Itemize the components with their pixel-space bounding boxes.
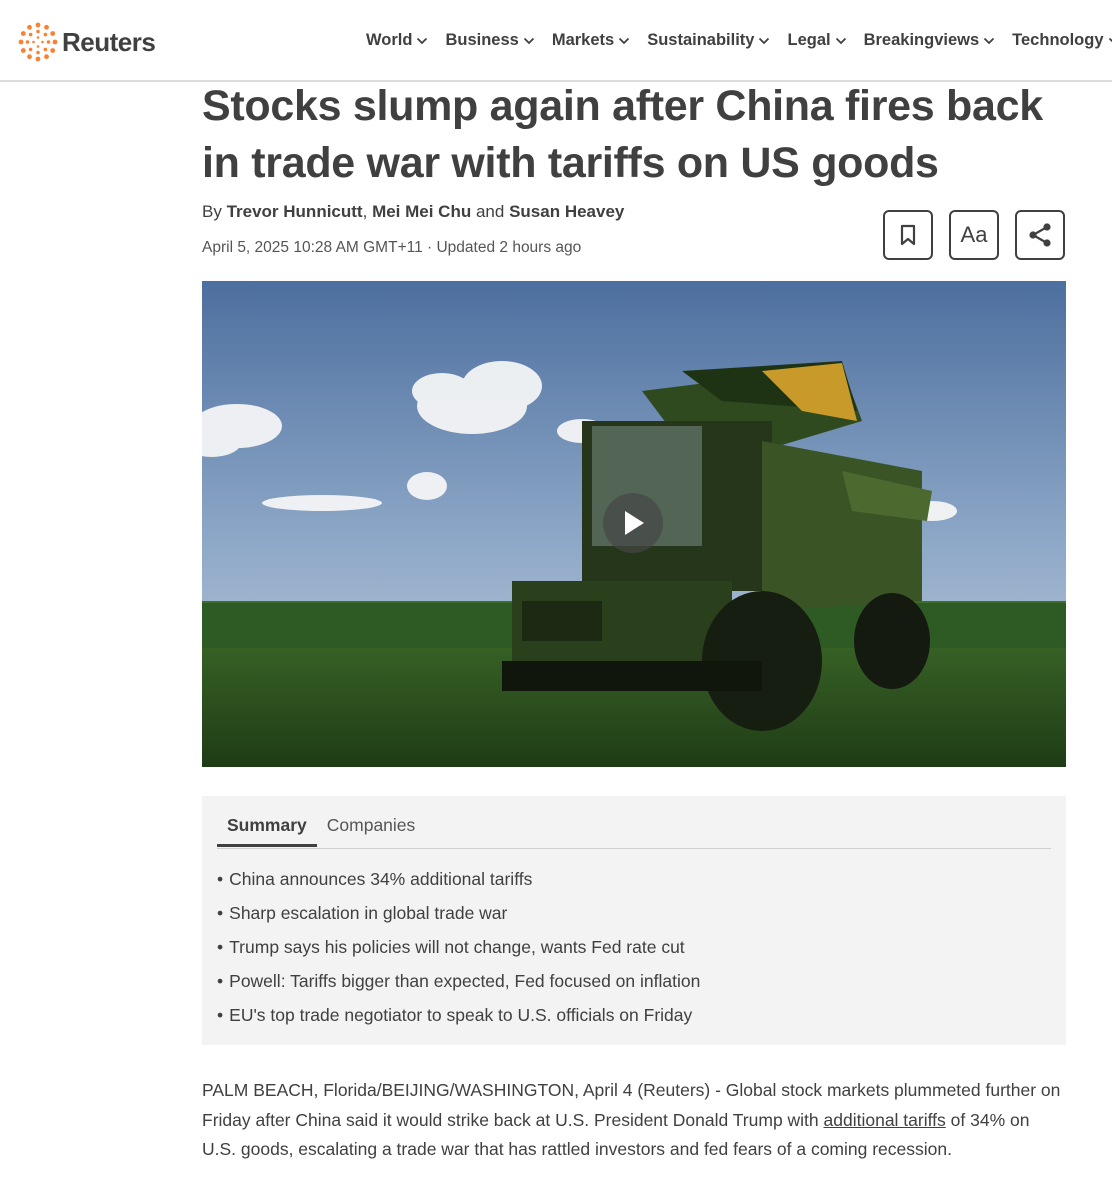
chevron-down-icon — [417, 37, 428, 44]
main-nav: World Business Markets Sustainability Le… — [366, 31, 1112, 50]
play-icon — [625, 511, 644, 535]
video-player[interactable] — [202, 281, 1066, 767]
nav-item-sustainability[interactable]: Sustainability — [647, 31, 770, 50]
bookmark-icon — [900, 224, 916, 246]
nav-label: Sustainability — [647, 31, 755, 49]
nav-label: World — [366, 31, 413, 49]
tab-summary[interactable]: Summary — [217, 810, 317, 847]
nav-item-legal[interactable]: Legal — [787, 31, 846, 50]
reuters-logo-icon — [18, 22, 58, 62]
text-size-button[interactable]: Aa — [949, 210, 999, 260]
article-headline: Stocks slump again after China fires bac… — [202, 78, 1082, 192]
author-link[interactable]: Trevor Hunnicutt — [227, 202, 363, 221]
summary-bullet: Sharp escalation in global trade war — [217, 900, 700, 934]
nav-item-technology[interactable]: Technology — [1012, 31, 1112, 50]
article-dateline: April 5, 2025 10:28 AM GMT+11 · Updated … — [202, 239, 582, 256]
reuters-logo[interactable]: Reuters — [18, 20, 156, 64]
summary-bullet: Trump says his policies will not change,… — [217, 934, 700, 968]
text-size-label: Aa — [960, 222, 988, 247]
nav-label: Technology — [1012, 31, 1104, 49]
author-link[interactable]: Mei Mei Chu — [372, 202, 471, 221]
summary-bullet: EU's top trade negotiator to speak to U.… — [217, 1002, 700, 1036]
chevron-down-icon — [1108, 37, 1112, 43]
chevron-down-icon — [619, 37, 630, 44]
summary-bullet: China announces 34% additional tariffs — [217, 866, 700, 900]
summary-tabs: Summary Companies — [217, 810, 1051, 849]
nav-item-markets[interactable]: Markets — [552, 31, 630, 50]
summary-list: China announces 34% additional tariffs S… — [217, 866, 700, 1036]
byline-prefix: By — [202, 202, 222, 221]
author-link[interactable]: Susan Heavey — [509, 202, 624, 221]
chevron-down-icon — [523, 37, 534, 44]
summary-box: Summary Companies China announces 34% ad… — [202, 796, 1066, 1045]
headline-line-2: in trade war with tariffs on US goods — [202, 139, 939, 187]
tab-companies[interactable]: Companies — [317, 810, 426, 843]
additional-tariffs-link[interactable]: additional tariffs — [824, 1110, 946, 1130]
chevron-down-icon — [984, 37, 995, 44]
article-paragraph: PALM BEACH, Florida/BEIJING/WASHINGTON, … — [202, 1076, 1066, 1165]
play-button[interactable] — [603, 493, 663, 553]
nav-label: Business — [445, 31, 519, 49]
nav-label: Legal — [787, 31, 831, 49]
byline: By Trevor Hunnicutt, Mei Mei Chu and Sus… — [202, 202, 624, 222]
author-separator: , — [362, 202, 368, 221]
nav-item-world[interactable]: World — [366, 31, 428, 50]
site-header: Reuters World Business Markets Sustainab… — [0, 0, 1112, 82]
nav-label: Breakingviews — [863, 31, 980, 49]
chevron-down-icon — [759, 37, 770, 44]
author-and: and — [475, 202, 505, 221]
summary-bullet: Powell: Tariffs bigger than expected, Fe… — [217, 968, 700, 1002]
chevron-down-icon — [835, 37, 846, 44]
share-button[interactable] — [1015, 210, 1065, 260]
nav-item-business[interactable]: Business — [445, 31, 534, 50]
nav-item-breakingviews[interactable]: Breakingviews — [864, 31, 996, 50]
headline-line-1: Stocks slump again after China fires bac… — [202, 82, 1043, 130]
logo-wordmark: Reuters — [62, 26, 156, 57]
bookmark-button[interactable] — [883, 210, 933, 260]
share-icon — [1029, 223, 1051, 247]
nav-label: Markets — [551, 31, 615, 49]
